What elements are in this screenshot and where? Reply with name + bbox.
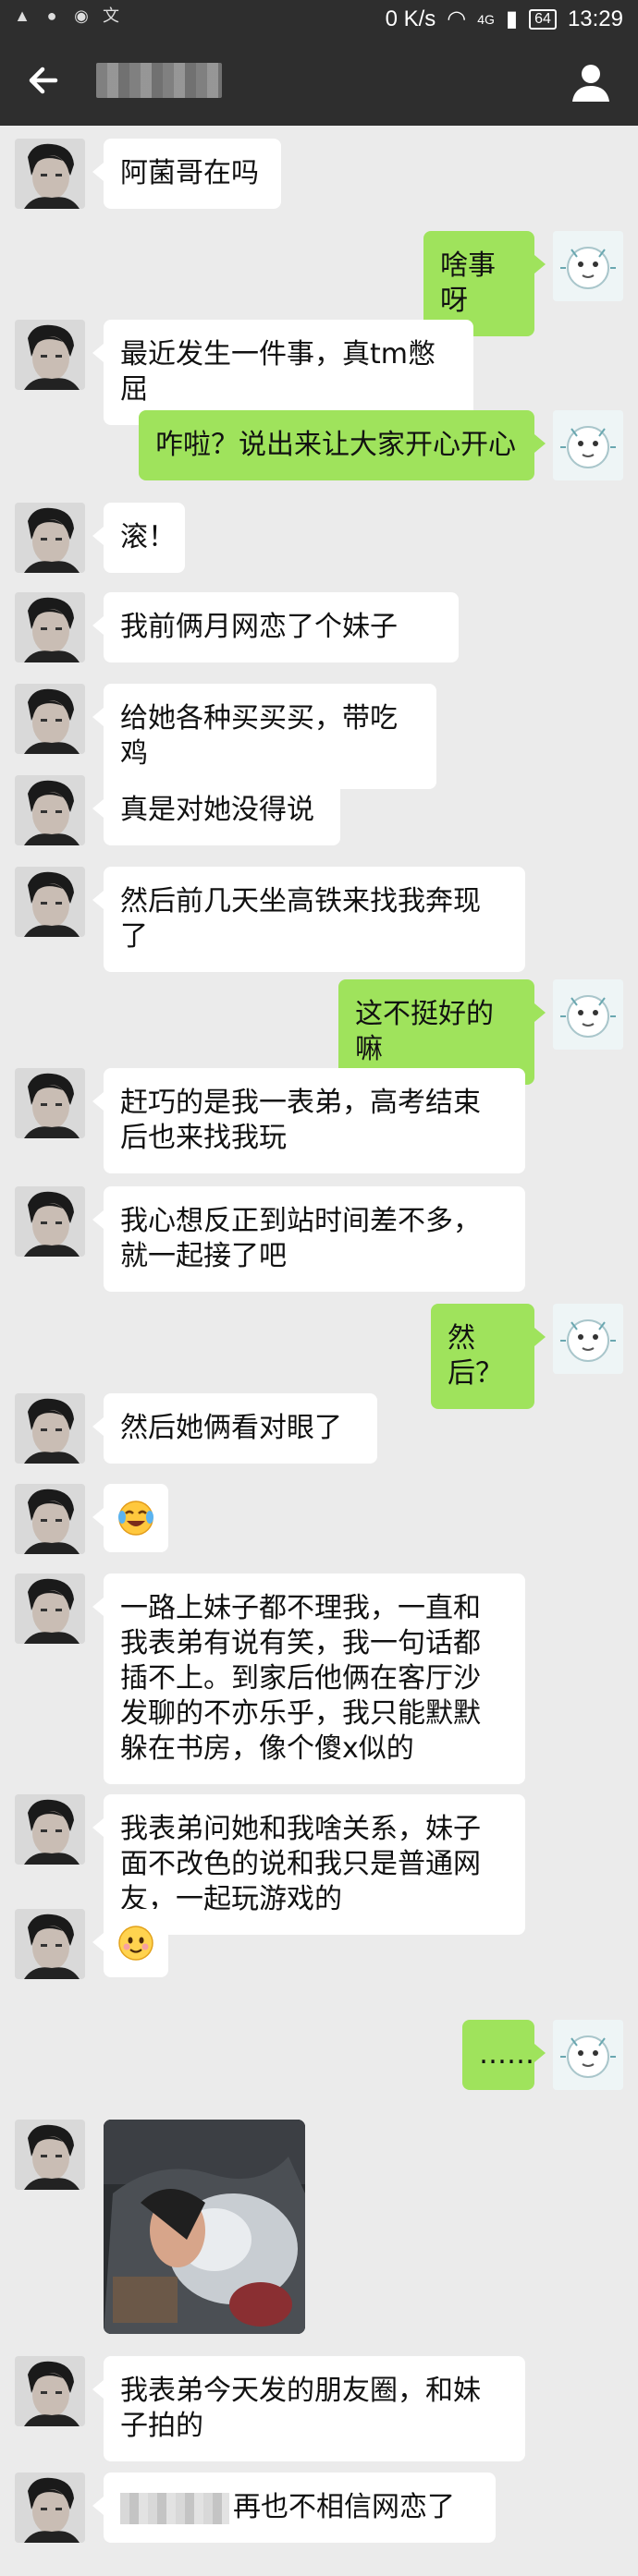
message-text: 然后前几天坐高铁来找我奔现 xyxy=(120,885,481,917)
message-text: 发聊的不亦乐乎，我只能默默 xyxy=(120,1697,481,1730)
message-text: 我前俩月网恋了个妹子 xyxy=(120,611,398,643)
message-text: 给她各种买买买，带吃鸡 xyxy=(120,702,398,770)
message-bubble[interactable]: 最近发生一件事，真tm憋屈 xyxy=(92,320,473,425)
my-avatar[interactable] xyxy=(553,1304,623,1374)
network-type: 4G xyxy=(477,11,495,27)
message-text: 滚！ xyxy=(120,521,176,553)
contact-avatar[interactable] xyxy=(15,1068,85,1138)
message-bubble[interactable]: 我心想反正到站时间差不多， 就一起接了吧 xyxy=(92,1186,525,1292)
contact-avatar[interactable] xyxy=(15,320,85,390)
message-text: 再也不相信网恋了 xyxy=(233,2491,455,2523)
my-avatar[interactable] xyxy=(553,2020,623,2090)
blurred-text-overlay xyxy=(120,2492,229,2524)
message-bubble[interactable]: 然后？ xyxy=(431,1304,546,1409)
my-avatar[interactable] xyxy=(553,231,623,301)
battery-icon: 64 xyxy=(529,8,557,30)
message-text: 子拍的 xyxy=(120,2410,203,2442)
message-text: 就一起接了吧 xyxy=(120,1240,287,1272)
contact-avatar[interactable] xyxy=(15,1574,85,1644)
message-bubble[interactable]: 我表弟今天发的朋友圈，和妹 子拍的 xyxy=(92,2356,525,2461)
signal-icon: ▮ xyxy=(505,6,519,31)
message-text: 然后她俩看对眼了 xyxy=(120,1412,342,1444)
message-text: 这不挺好的嘛 xyxy=(355,998,494,1065)
message-bubble[interactable]: 我前俩月网恋了个妹子 xyxy=(92,592,459,662)
back-button[interactable] xyxy=(22,57,68,103)
contact-avatar[interactable] xyxy=(15,1794,85,1865)
message-bubble[interactable]: 阿菌哥在吗 xyxy=(92,139,281,209)
message-text: 咋啦？说出来让大家开心开心 xyxy=(155,429,516,461)
message-bubble[interactable]: 然后她俩看对眼了 xyxy=(92,1393,377,1464)
message-bubble[interactable]: 再也不相信网恋了 xyxy=(92,2473,496,2543)
status-bar: ▲ ● ◉ 文 0 K/s ◠ 4G ▮ 64 13:29 xyxy=(0,0,638,37)
contact-avatar[interactable] xyxy=(15,2120,85,2190)
notification-icons: ▲ ● ◉ 文 xyxy=(13,6,120,25)
arrow-left-icon xyxy=(29,67,58,94)
contact-avatar[interactable] xyxy=(15,592,85,662)
emoji-message[interactable] xyxy=(92,1909,168,1977)
emoji-message[interactable] xyxy=(92,1484,168,1552)
message-bubble[interactable]: …… xyxy=(462,2020,546,2090)
smiling-face-icon xyxy=(117,1924,155,1962)
message-text: 然后？ xyxy=(448,1322,503,1390)
message-text: …… xyxy=(479,2038,534,2071)
message-text: 一路上妹子都不理我，一直和 xyxy=(120,1592,481,1624)
message-text: 我表弟问她和我啥关系，妹子 xyxy=(120,1813,481,1845)
contact-avatar[interactable] xyxy=(15,1484,85,1554)
my-avatar[interactable] xyxy=(553,979,623,1050)
person-icon xyxy=(572,65,609,102)
clock: 13:29 xyxy=(567,6,623,31)
contact-avatar[interactable] xyxy=(15,867,85,937)
message-bubble[interactable]: 咋啦？说出来让大家开心开心 xyxy=(139,410,546,480)
contact-avatar[interactable] xyxy=(15,1909,85,1979)
my-avatar[interactable] xyxy=(553,410,623,480)
message-bubble[interactable]: 真是对她没得说 xyxy=(92,775,340,845)
message-text: 阿菌哥在吗 xyxy=(120,157,259,189)
font-notification-icon: 文 xyxy=(103,6,119,25)
wechat-notification-icon: ● xyxy=(46,6,57,25)
contact-avatar[interactable] xyxy=(15,1186,85,1257)
message-text: 真是对她没得说 xyxy=(120,794,314,826)
photo-message[interactable] xyxy=(104,2120,305,2334)
message-text: 面不改色的说和我只是普通网 xyxy=(120,1848,481,1880)
message-text: 赶巧的是我一表弟，高考结束 xyxy=(120,1087,481,1119)
message-bubble[interactable]: 给她各种买买买，带吃鸡 xyxy=(92,684,436,789)
message-bubble[interactable]: 滚！ xyxy=(92,503,185,573)
message-bubble[interactable]: 然后前几天坐高铁来找我奔现了 xyxy=(92,867,525,972)
contact-avatar[interactable] xyxy=(15,1393,85,1464)
message-bubble[interactable]: 赶巧的是我一表弟，高考结束 后也来找我玩 xyxy=(92,1068,525,1173)
message-text: 我表弟有说有笑，我一句话都 xyxy=(120,1627,481,1659)
chat-info-button[interactable] xyxy=(570,61,612,103)
contact-avatar[interactable] xyxy=(15,684,85,754)
status-indicators: 0 K/s ◠ 4G ▮ 64 13:29 xyxy=(386,6,623,32)
message-text: 我表弟今天发的朋友圈，和妹 xyxy=(120,2375,481,2407)
contact-avatar[interactable] xyxy=(15,503,85,573)
message-text: 后也来找我玩 xyxy=(120,1122,287,1154)
network-speed: 0 K/s xyxy=(385,6,436,31)
message-text: 插不上。到家后他俩在客厅沙 xyxy=(120,1662,481,1695)
message-text: 躲在书房，像个傻x似的 xyxy=(120,1732,414,1765)
contact-avatar[interactable] xyxy=(15,2473,85,2543)
wifi-icon: ◠ xyxy=(447,6,467,31)
chat-title-blurred xyxy=(96,63,222,98)
chat-header xyxy=(0,37,638,126)
message-text: 啥事呀 xyxy=(440,249,496,317)
image-notification-icon: ▲ xyxy=(14,6,31,25)
contact-avatar[interactable] xyxy=(15,2356,85,2426)
message-bubble[interactable]: 一路上妹子都不理我，一直和 我表弟有说有笑，我一句话都 插不上。到家后他俩在客厅沙发… xyxy=(92,1574,525,1784)
chat-notification-icon: ◉ xyxy=(74,6,89,25)
contact-avatar[interactable] xyxy=(15,775,85,845)
contact-avatar[interactable] xyxy=(15,139,85,209)
crying-laughing-face-icon xyxy=(117,1499,155,1537)
message-text: 了 xyxy=(120,920,148,953)
message-text: 我心想反正到站时间差不多， xyxy=(120,1205,481,1237)
message-text: 最近发生一件事，真tm憋屈 xyxy=(120,338,436,406)
